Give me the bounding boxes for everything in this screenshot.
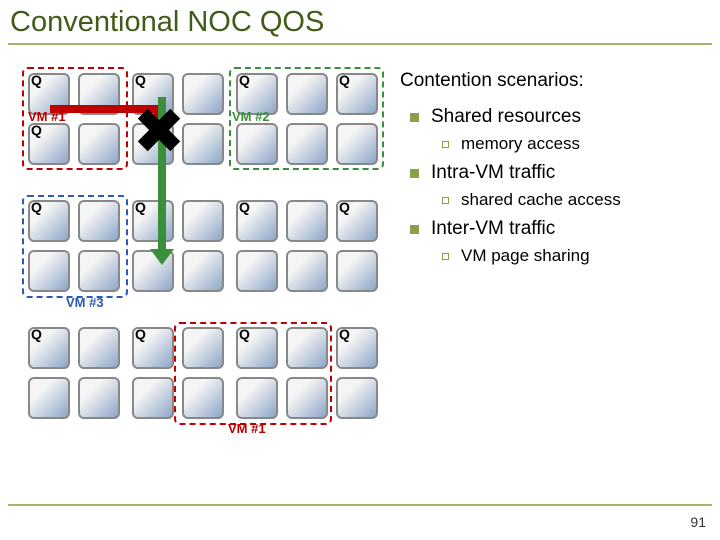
vm-label-1: VM #1 bbox=[28, 109, 66, 124]
noc-tile bbox=[286, 377, 328, 419]
noc-tile bbox=[78, 377, 120, 419]
page-number: 91 bbox=[690, 514, 706, 530]
noc-tile bbox=[28, 200, 70, 242]
noc-tile bbox=[132, 327, 174, 369]
bullet-2: Intra-VM traffic bbox=[410, 162, 621, 184]
bullet-3-sub: VM page sharing bbox=[442, 246, 621, 266]
arrow-green-head bbox=[150, 249, 174, 265]
vm-label-2: VM #2 bbox=[232, 109, 270, 124]
cross-icon bbox=[136, 107, 182, 153]
noc-tile bbox=[182, 250, 224, 292]
noc-tile bbox=[28, 123, 70, 165]
noc-tile bbox=[132, 377, 174, 419]
bullet-text: Inter-VM traffic bbox=[431, 218, 555, 240]
noc-tile bbox=[78, 123, 120, 165]
noc-tile bbox=[28, 327, 70, 369]
noc-tile bbox=[236, 250, 278, 292]
bullet-icon bbox=[442, 197, 449, 204]
noc-tile bbox=[336, 250, 378, 292]
vm-label-1b: VM #1 bbox=[228, 421, 266, 436]
noc-tile bbox=[28, 250, 70, 292]
noc-tile bbox=[182, 327, 224, 369]
bullet-icon bbox=[442, 141, 449, 148]
noc-tile bbox=[78, 200, 120, 242]
noc-tile bbox=[286, 73, 328, 115]
bullet-icon bbox=[410, 113, 419, 122]
noc-tile bbox=[182, 123, 224, 165]
noc-tile bbox=[236, 377, 278, 419]
noc-tile bbox=[182, 200, 224, 242]
noc-tile bbox=[286, 250, 328, 292]
noc-tile bbox=[286, 123, 328, 165]
bullet-2-sub: shared cache access bbox=[442, 190, 621, 210]
noc-tile bbox=[336, 200, 378, 242]
noc-tile bbox=[182, 377, 224, 419]
noc-diagram: VM #1 VM #2 VM #3 VM #1 bbox=[10, 65, 380, 435]
vm-label-3: VM #3 bbox=[66, 295, 104, 310]
bullet-icon bbox=[410, 225, 419, 234]
bullet-text: Intra-VM traffic bbox=[431, 162, 555, 184]
noc-tile bbox=[236, 327, 278, 369]
noc-tile bbox=[78, 250, 120, 292]
bullet-icon bbox=[410, 169, 419, 178]
noc-tile bbox=[78, 327, 120, 369]
bullet-icon bbox=[442, 253, 449, 260]
bullet-text: shared cache access bbox=[461, 190, 621, 210]
bullet-text: memory access bbox=[461, 134, 580, 154]
noc-tile bbox=[236, 200, 278, 242]
noc-tile bbox=[132, 200, 174, 242]
contention-heading: Contention scenarios: bbox=[400, 70, 621, 92]
noc-tile bbox=[336, 123, 378, 165]
noc-tile bbox=[286, 200, 328, 242]
noc-tile bbox=[286, 327, 328, 369]
noc-tile bbox=[336, 327, 378, 369]
noc-tile bbox=[336, 377, 378, 419]
noc-tile bbox=[28, 377, 70, 419]
bullet-1-sub: memory access bbox=[442, 134, 621, 154]
bullet-list: Contention scenarios: Shared resources m… bbox=[400, 65, 621, 435]
bullet-text: VM page sharing bbox=[461, 246, 590, 266]
slide-title: Conventional NOC QOS bbox=[0, 0, 720, 43]
content-area: VM #1 VM #2 VM #3 VM #1 Contention scena… bbox=[0, 45, 720, 435]
bullet-3: Inter-VM traffic bbox=[410, 218, 621, 240]
footer-line bbox=[8, 504, 712, 506]
noc-tile bbox=[236, 123, 278, 165]
bullet-text: Shared resources bbox=[431, 106, 581, 128]
noc-tile bbox=[336, 73, 378, 115]
bullet-1: Shared resources bbox=[410, 106, 621, 128]
noc-tile bbox=[182, 73, 224, 115]
